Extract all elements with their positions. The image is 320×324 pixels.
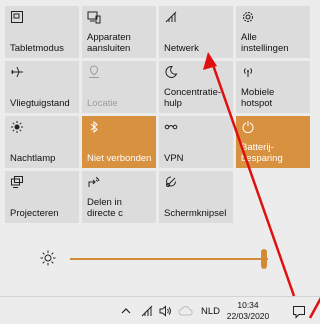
tile-screen-snip[interactable]: Schermknipsel <box>159 171 233 223</box>
tile-project[interactable]: Projecteren <box>5 171 79 223</box>
focus-assist-icon <box>165 65 178 78</box>
tile-label: Tabletmodus <box>10 43 64 54</box>
tile-label: Niet verbonden <box>87 153 152 164</box>
quick-actions-grid: Tabletmodus Apparaten aansluiten Netwerk <box>5 6 312 223</box>
tile-connect-devices[interactable]: Apparaten aansluiten <box>82 6 156 58</box>
tile-location[interactable]: Locatie <box>82 61 156 113</box>
tile-label: Locatie <box>87 98 118 109</box>
tile-label: Projecteren <box>10 208 59 219</box>
action-center: Tabletmodus Apparaten aansluiten Netwerk <box>0 0 320 324</box>
location-icon <box>89 65 99 78</box>
clock-time: 10:34 <box>237 300 259 310</box>
tile-label: Netwerk <box>164 43 199 54</box>
tile-label: Alle instellingen <box>241 32 289 54</box>
tile-label: Mobiele hotspot <box>241 87 275 109</box>
language-indicator[interactable]: NLD <box>201 306 220 317</box>
chevron-up-icon[interactable] <box>120 304 132 318</box>
hotspot-icon <box>243 68 253 77</box>
tile-airplane-mode[interactable]: Vliegtuigstand <box>5 61 79 113</box>
vpn-icon <box>164 124 178 130</box>
speaker-icon[interactable] <box>158 304 172 318</box>
tile-label: Delen in directe c <box>87 197 123 219</box>
battery-saver-icon <box>242 121 254 133</box>
clock[interactable]: 10:34 22/03/2020 <box>224 300 272 322</box>
tablet-mode-icon <box>11 11 23 23</box>
tile-label: Batterij- besparing <box>241 142 283 164</box>
tile-label: Schermknipsel <box>164 208 227 219</box>
brightness-slider-thumb[interactable] <box>261 249 268 269</box>
night-light-icon <box>11 121 23 133</box>
brightness-slider-track[interactable] <box>70 258 268 260</box>
tile-label: Apparaten aansluiten <box>87 32 131 54</box>
tile-vpn[interactable]: VPN <box>159 116 233 168</box>
network-icon <box>165 11 177 23</box>
tile-bluetooth[interactable]: Niet verbonden <box>82 116 156 168</box>
tile-mobile-hotspot[interactable]: Mobiele hotspot <box>236 61 310 113</box>
tile-battery-saver[interactable]: Batterij- besparing <box>236 116 310 168</box>
network-icon[interactable] <box>140 304 154 318</box>
bluetooth-icon <box>90 120 98 134</box>
clock-date: 22/03/2020 <box>226 311 270 321</box>
tile-all-settings[interactable]: Alle instellingen <box>236 6 310 58</box>
cloud-icon[interactable] <box>178 304 194 318</box>
brightness-control <box>0 242 320 282</box>
tile-label: Concentratie- hulp <box>164 87 222 109</box>
tile-tablet-mode[interactable]: Tabletmodus <box>5 6 79 58</box>
airplane-icon <box>11 66 23 78</box>
tile-focus-assist[interactable]: Concentratie- hulp <box>159 61 233 113</box>
nearby-share-icon <box>88 177 100 187</box>
brightness-sun-icon <box>40 250 56 266</box>
settings-icon <box>243 12 253 22</box>
connect-devices-icon <box>87 11 101 24</box>
tile-label: VPN <box>164 153 184 164</box>
action-center-icon[interactable] <box>292 305 306 319</box>
tile-night-light[interactable]: Nachtlamp <box>5 116 79 168</box>
tile-label: Nachtlamp <box>10 153 56 164</box>
project-icon <box>11 176 23 188</box>
tile-nearby-sharing[interactable]: Delen in directe c <box>82 171 156 223</box>
tile-network[interactable]: Netwerk <box>159 6 233 58</box>
snip-icon <box>166 176 176 187</box>
tile-label: Vliegtuigstand <box>10 98 70 109</box>
taskbar: NLD 10:34 22/03/2020 <box>0 296 320 324</box>
